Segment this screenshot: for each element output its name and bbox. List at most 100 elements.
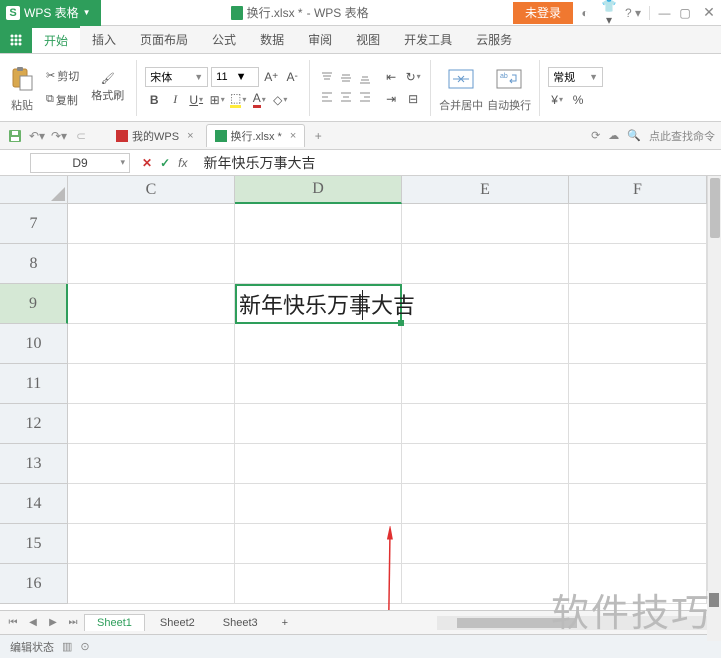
indent-left-button[interactable]: ⇤: [382, 68, 400, 86]
row-header-8[interactable]: 8: [0, 244, 68, 284]
fill-color-button[interactable]: ⬚▾: [229, 91, 247, 109]
sheet-tab-1[interactable]: Sheet1: [84, 614, 145, 631]
cell-e9[interactable]: [402, 284, 569, 324]
vertical-scrollbar[interactable]: [707, 176, 721, 610]
fx-icon[interactable]: fx: [178, 156, 187, 170]
formula-input[interactable]: 新年快乐万事大吉: [195, 153, 721, 173]
decrease-font-button[interactable]: A-: [283, 68, 301, 86]
number-format-select[interactable]: 常规▼: [548, 67, 603, 87]
cut-button[interactable]: ✂剪切: [42, 66, 83, 86]
tab-formula[interactable]: 公式: [200, 26, 248, 53]
login-button[interactable]: 未登录: [513, 2, 573, 24]
col-header-f[interactable]: F: [569, 176, 707, 204]
theme-icon[interactable]: 👕▾: [597, 0, 621, 27]
layout-icon[interactable]: ▥: [62, 640, 72, 653]
percent-button[interactable]: %: [569, 91, 587, 109]
redo-icon[interactable]: ↷▾: [50, 127, 68, 145]
save-icon[interactable]: [6, 127, 24, 145]
row-header-10[interactable]: 10: [0, 324, 68, 364]
align-center-button[interactable]: [337, 88, 355, 106]
row-header-7[interactable]: 7: [0, 204, 68, 244]
qat-more-icon[interactable]: ⊂: [72, 127, 90, 145]
increase-font-button[interactable]: A+: [262, 68, 280, 86]
tab-start[interactable]: 开始: [32, 26, 80, 53]
tab-review[interactable]: 审阅: [296, 26, 344, 53]
currency-button[interactable]: ¥▾: [548, 91, 566, 109]
italic-button[interactable]: I: [166, 91, 184, 109]
vscroll-end[interactable]: [707, 591, 721, 641]
format-painter-button[interactable]: 🖌格式刷: [87, 70, 128, 105]
align-middle-button[interactable]: [337, 69, 355, 87]
font-name-select[interactable]: 宋体▼: [145, 67, 208, 87]
search-command[interactable]: 点此查找命令: [649, 128, 715, 144]
first-sheet-button[interactable]: ⏮: [4, 617, 22, 628]
maximize-icon[interactable]: ▢: [673, 6, 697, 20]
highlight-button[interactable]: ◇▾: [271, 91, 289, 109]
col-header-d[interactable]: D: [235, 176, 402, 204]
orientation-button[interactable]: ↻▾: [404, 68, 422, 86]
close-icon[interactable]: ✕: [697, 4, 721, 21]
scroll-thumb[interactable]: [457, 618, 577, 628]
app-menu-button[interactable]: [0, 26, 32, 53]
align-top-button[interactable]: [318, 69, 336, 87]
scroll-thumb[interactable]: [710, 178, 720, 238]
align-bottom-button[interactable]: [356, 69, 374, 87]
cloud-icon[interactable]: ☁: [608, 129, 619, 142]
sync-icon[interactable]: ⟳: [591, 129, 600, 142]
tab-view[interactable]: 视图: [344, 26, 392, 53]
cells-grid[interactable]: 新年快乐万事大吉: [68, 204, 707, 610]
app-badge[interactable]: S WPS 表格 ▼: [0, 0, 101, 26]
indent-right-button[interactable]: ⇥: [382, 90, 400, 108]
confirm-icon[interactable]: ✓: [160, 156, 170, 170]
fill-handle[interactable]: [398, 320, 404, 326]
tab-insert[interactable]: 插入: [80, 26, 128, 53]
border-button[interactable]: ⊞▾: [208, 91, 226, 109]
horizontal-scrollbar[interactable]: [437, 616, 717, 630]
sheet-tab-3[interactable]: Sheet3: [210, 614, 271, 632]
sheet-tab-2[interactable]: Sheet2: [147, 614, 208, 632]
bold-button[interactable]: B: [145, 91, 163, 109]
record-icon[interactable]: ⊙: [80, 640, 89, 653]
tab-cloud[interactable]: 云服务: [464, 26, 524, 53]
skin-icon[interactable]: ◐: [573, 6, 597, 20]
cell-f9[interactable]: [569, 284, 707, 324]
tab-dev[interactable]: 开发工具: [392, 26, 464, 53]
doc-tab-active[interactable]: 换行.xlsx *×: [206, 124, 306, 147]
underline-button[interactable]: U▾: [187, 91, 205, 109]
help-icon[interactable]: ? ▾: [621, 6, 645, 20]
wrap-quick-button[interactable]: ⊟: [404, 90, 422, 108]
minimize-icon[interactable]: —: [649, 6, 673, 20]
mywps-tab[interactable]: 我的WPS×: [108, 125, 202, 147]
align-left-button[interactable]: [318, 88, 336, 106]
add-sheet-button[interactable]: +: [273, 614, 297, 632]
cell-d9[interactable]: 新年快乐万事大吉: [235, 284, 402, 324]
merge-button[interactable]: 合并居中: [439, 63, 483, 113]
last-sheet-button[interactable]: ⏭: [64, 617, 82, 628]
tab-close-icon[interactable]: ×: [290, 130, 296, 142]
row-header-9[interactable]: 9: [0, 284, 68, 324]
row-header-15[interactable]: 15: [0, 524, 68, 564]
tab-data[interactable]: 数据: [248, 26, 296, 53]
add-tab-button[interactable]: +: [309, 127, 327, 145]
row-header-14[interactable]: 14: [0, 484, 68, 524]
wrap-button[interactable]: ab 自动换行: [487, 63, 531, 113]
select-all-corner[interactable]: [0, 176, 68, 204]
prev-sheet-button[interactable]: ◀: [24, 617, 42, 628]
row-header-16[interactable]: 16: [0, 564, 68, 604]
paste-button[interactable]: [6, 63, 38, 95]
next-sheet-button[interactable]: ▶: [44, 617, 62, 628]
col-header-e[interactable]: E: [402, 176, 569, 204]
app-dropdown-icon[interactable]: ▼: [83, 8, 91, 17]
tab-page-layout[interactable]: 页面布局: [128, 26, 200, 53]
cancel-icon[interactable]: ✕: [142, 156, 152, 170]
name-box[interactable]: D9▾: [30, 153, 130, 173]
font-color-button[interactable]: A▾: [250, 91, 268, 109]
row-header-13[interactable]: 13: [0, 444, 68, 484]
tab-close-icon[interactable]: ×: [187, 130, 193, 142]
cell-c9[interactable]: [68, 284, 235, 324]
align-right-button[interactable]: [356, 88, 374, 106]
row-header-12[interactable]: 12: [0, 404, 68, 444]
font-size-select[interactable]: 11▼: [211, 67, 259, 87]
col-header-c[interactable]: C: [68, 176, 235, 204]
copy-button[interactable]: ⧉复制: [42, 90, 83, 110]
